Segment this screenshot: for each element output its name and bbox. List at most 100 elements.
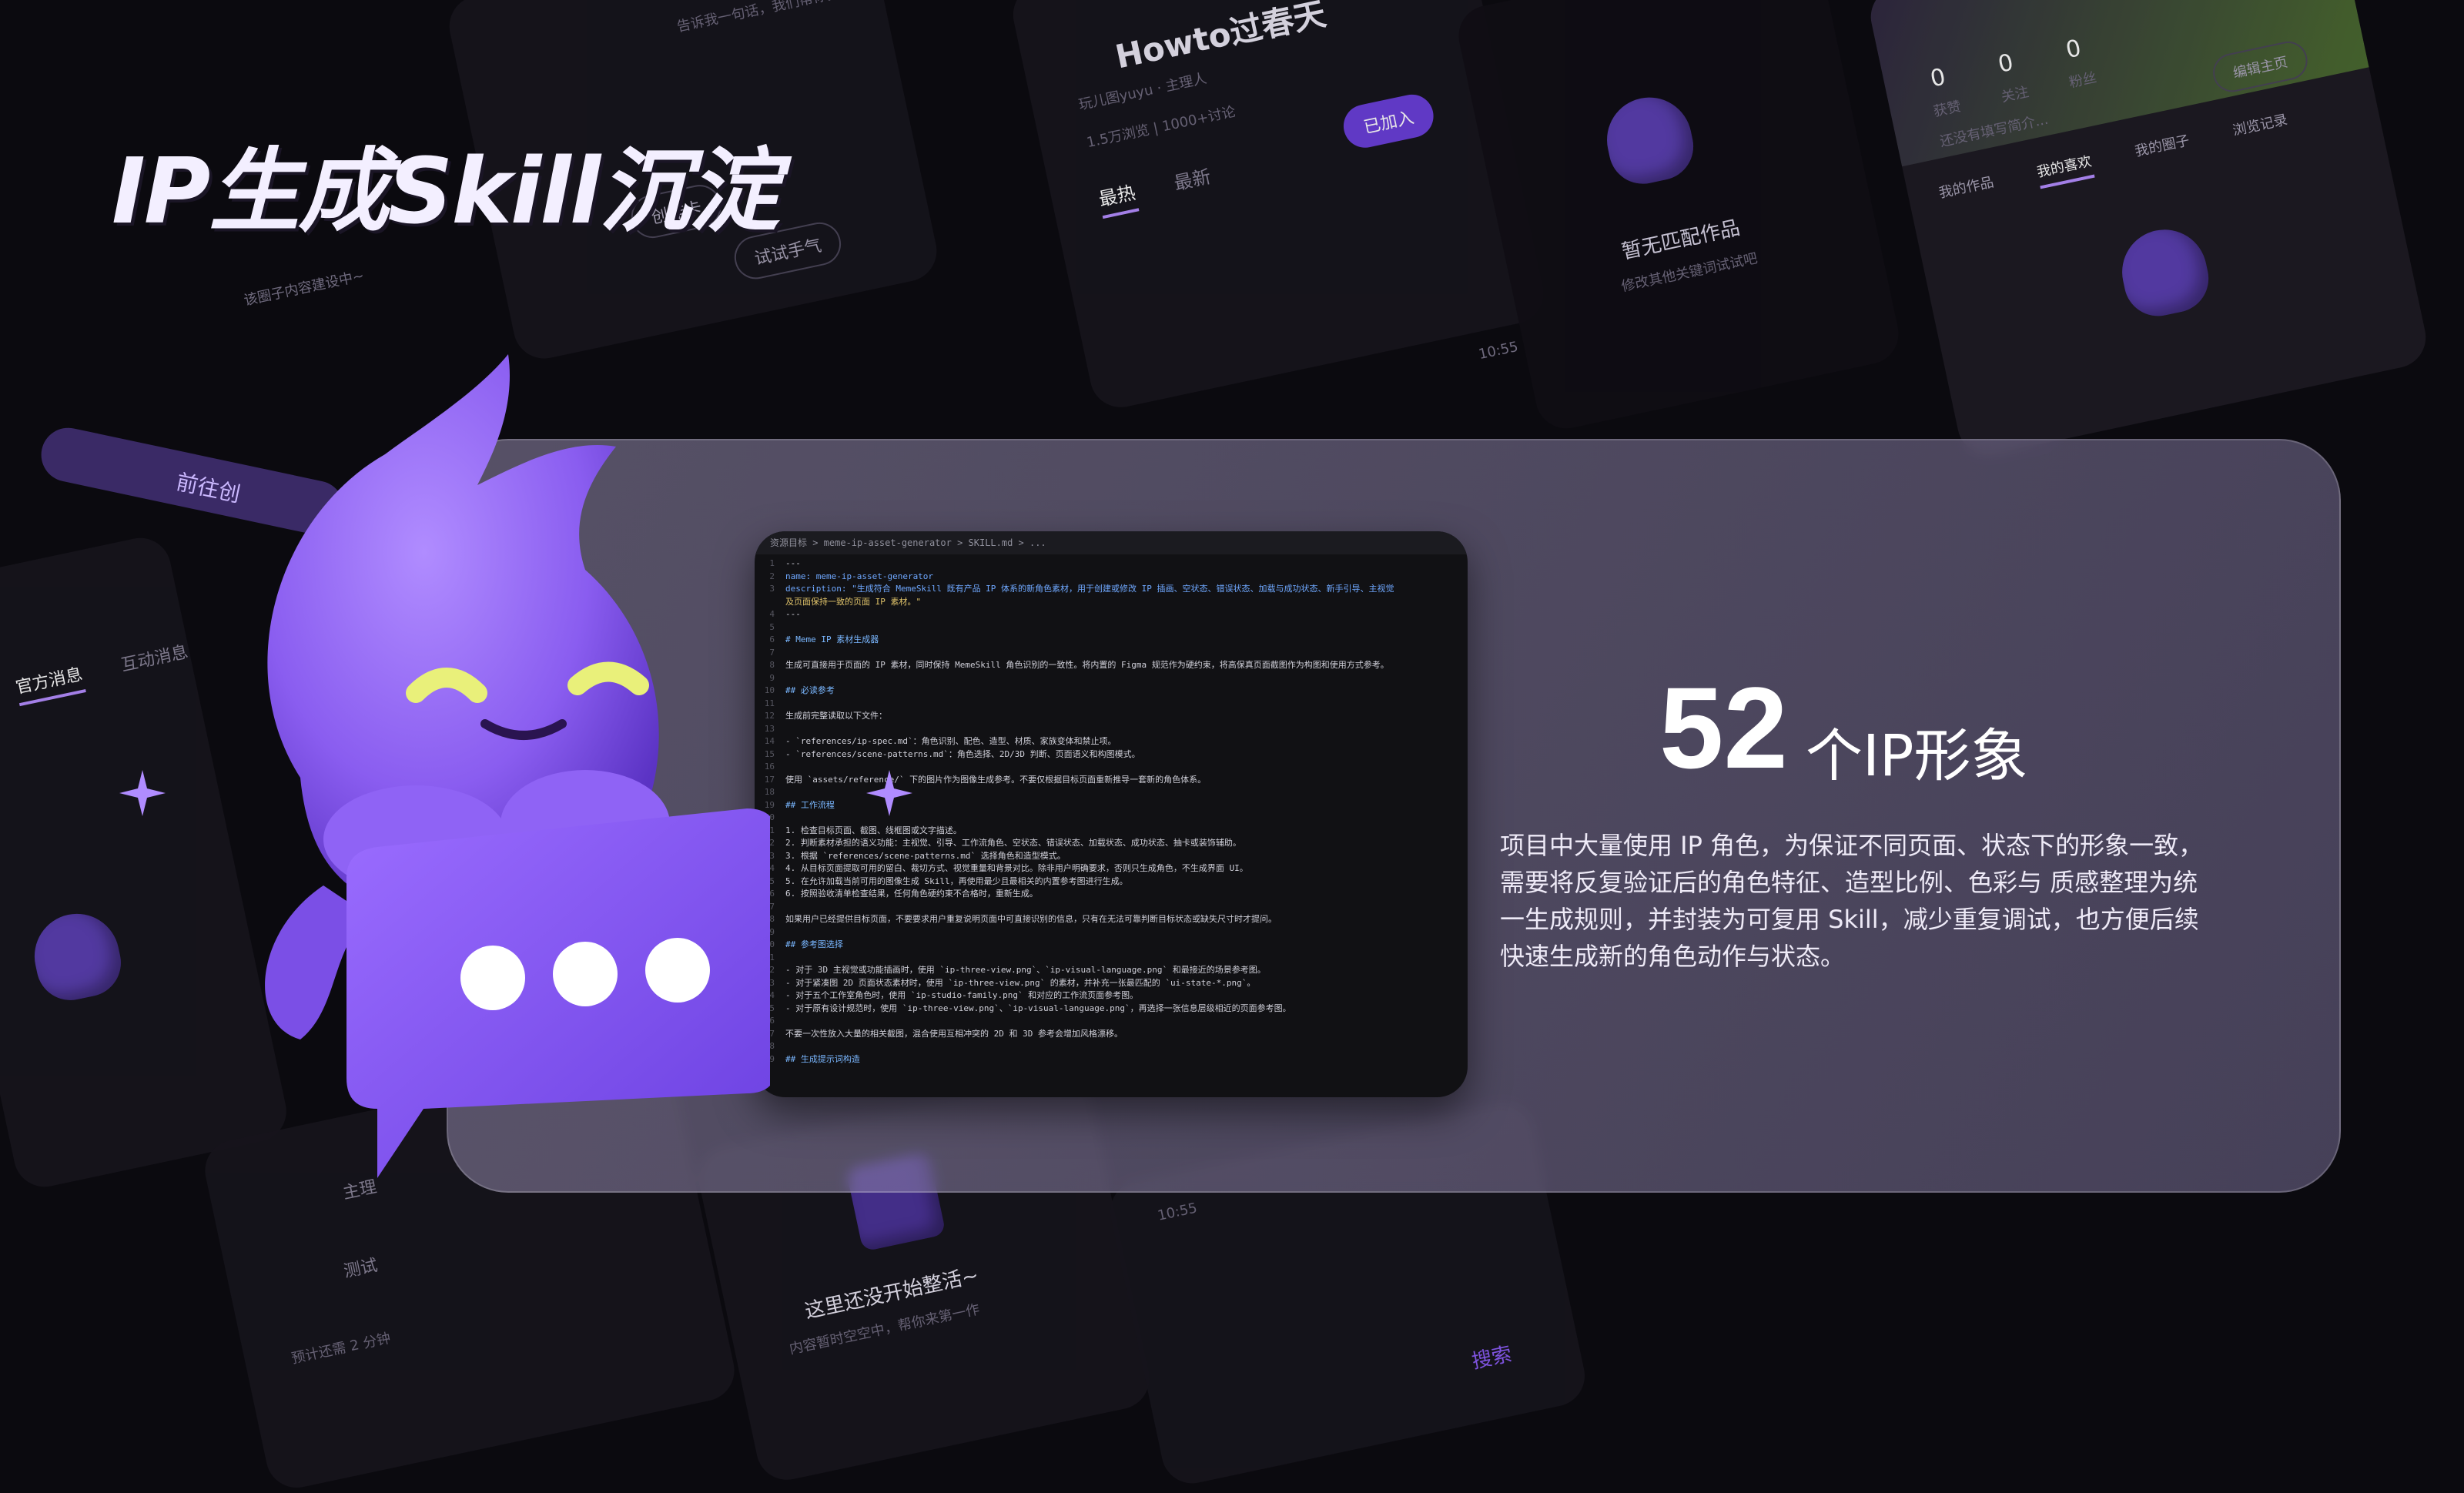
code-line: 及页面保持一致的页面 IP 素材。" bbox=[755, 596, 1468, 609]
code-line: 20 bbox=[755, 812, 1468, 825]
code-line: 27 bbox=[755, 901, 1468, 914]
bg-time-mid: 10:55 bbox=[1477, 338, 1520, 363]
code-text: --- bbox=[785, 558, 801, 568]
tab-new[interactable]: 最新 bbox=[1171, 161, 1213, 195]
editor-breadcrumb: 资源目标 > meme-ip-asset-generator > SKILL.m… bbox=[755, 531, 1468, 554]
code-line: 39## 生成提示词构造 bbox=[755, 1053, 1468, 1066]
code-line: 29 bbox=[755, 926, 1468, 939]
tab-hot[interactable]: 最热 bbox=[1096, 177, 1140, 219]
profile-tab-history[interactable]: 浏览记录 bbox=[2231, 109, 2289, 139]
sparkle-icon bbox=[866, 770, 912, 816]
code-text: name: meme-ip-asset-generator bbox=[785, 571, 934, 581]
bg-wait-time: 预计还需 2 分钟 bbox=[290, 1330, 393, 1367]
code-text: --- bbox=[785, 609, 801, 619]
code-text: - 对于原有设计规范时，使用 `ip-three-view.png`、`ip-v… bbox=[785, 1003, 1291, 1013]
code-text: 3. 根据 `references/scene-patterns.md` 选择角… bbox=[785, 850, 1066, 861]
code-line: 2 name: meme-ip-asset-generator bbox=[755, 571, 1468, 584]
ip-count-number: 52 bbox=[1659, 663, 1788, 792]
tab-official-messages[interactable]: 官方消息 bbox=[13, 660, 86, 707]
code-text: ## 工作流程 bbox=[785, 799, 835, 810]
code-line: 30## 参考图选择 bbox=[755, 939, 1468, 952]
code-text: ## 生成提示词构造 bbox=[785, 1053, 860, 1064]
code-line: 6 # Meme IP 素材生成器 bbox=[755, 634, 1468, 647]
code-line: 28如果用户已经提供目标页面，不要要求用户重复说明页面中可直接识别的信息，只有在… bbox=[755, 913, 1468, 926]
bg-circle-owner: 玩儿图yuyu · 主理人 bbox=[1077, 70, 1209, 114]
profile-tab-works[interactable]: 我的作品 bbox=[1937, 171, 1996, 202]
bg-time-left: 10:55 bbox=[0, 598, 2, 624]
speech-bubble-icon bbox=[346, 808, 770, 1178]
code-line: 34- 对于五个工作室角色时，使用 `ip-studio-family.png`… bbox=[755, 989, 1468, 1003]
joined-button[interactable]: 已加入 bbox=[1339, 90, 1438, 152]
code-line: 244. 从目标页面提取可用的留白、裁切方式、视觉重量和背景对比。除非用户明确要… bbox=[755, 862, 1468, 875]
code-text: 6. 按照验收清单检查结果，任何角色硬约束不合格时，重新生成。 bbox=[785, 889, 1038, 899]
profile-tab-circles[interactable]: 我的圈子 bbox=[2133, 129, 2191, 160]
code-line: 13 bbox=[755, 723, 1468, 736]
code-line: 10 ## 必读参考 bbox=[755, 685, 1468, 698]
code-line: 7 bbox=[755, 647, 1468, 660]
code-text: 使用 `assets/reference/` 下的图片作为图像生成参考。不要仅根… bbox=[785, 774, 1207, 785]
code-line: 19 ## 工作流程 bbox=[755, 799, 1468, 812]
code-line: 222. 判断素材承担的语义功能：主视觉、引导、工作流角色、空状态、错误状态、加… bbox=[755, 837, 1468, 850]
tab-interaction-messages[interactable]: 互动消息 bbox=[119, 638, 190, 677]
code-line: 5 bbox=[755, 621, 1468, 634]
code-line: 4 --- bbox=[755, 608, 1468, 621]
joined-label: 已加入 bbox=[1361, 108, 1416, 138]
code-text: 生成前完整读取以下文件： bbox=[785, 711, 887, 721]
ip-count-unit: 个IP形象 bbox=[1806, 723, 2028, 789]
code-text: - `references/ip-spec.md`：角色识别、配色、造型、材质、… bbox=[785, 736, 1116, 746]
code-line: 17 使用 `assets/reference/` 下的图片作为图像生成参考。不要… bbox=[755, 774, 1468, 787]
code-text: - 对于 3D 主视觉或功能插画时，使用 `ip-three-view.png`… bbox=[785, 965, 1266, 975]
code-text: 生成可直接用于页面的 IP 素材，同时保持 MemeSkill 角色识别的一致性… bbox=[785, 660, 1389, 670]
code-line: 11 bbox=[755, 698, 1468, 711]
code-line: 266. 按照验收清单检查结果，任何角色硬约束不合格时，重新生成。 bbox=[755, 888, 1468, 901]
code-line: 35- 对于原有设计规范时，使用 `ip-three-view.png`、`ip… bbox=[755, 1003, 1468, 1016]
code-line: 31 bbox=[755, 952, 1468, 965]
bg-circle-title: Howto过春天 bbox=[1112, 0, 1330, 76]
sparkle-icon bbox=[119, 770, 166, 816]
bg-content-building: 该圈子内容建设中~ bbox=[242, 267, 366, 310]
code-line: 14- `references/ip-spec.md`：角色识别、配色、造型、材… bbox=[755, 735, 1468, 748]
skill-code-editor[interactable]: 资源目标 > meme-ip-asset-generator > SKILL.m… bbox=[755, 531, 1468, 1097]
search-link[interactable]: 搜索 bbox=[1469, 1338, 1515, 1374]
code-line: 16 bbox=[755, 761, 1468, 774]
code-line: 12 生成前完整读取以下文件： bbox=[755, 710, 1468, 723]
editor-content: 1 --- 2 name: meme-ip-asset-generator 3 descr… bbox=[755, 557, 1468, 1097]
code-text: 不要一次性放入大量的相关截图，混合使用互相冲突的 2D 和 3D 参考会增加风格… bbox=[785, 1028, 1123, 1039]
code-line: 211. 检查目标页面、截图、线框图或文字描述。 bbox=[755, 825, 1468, 838]
code-line: 36 bbox=[755, 1015, 1468, 1028]
code-line: 15- `references/scene-patterns.md`：角色选择、… bbox=[755, 748, 1468, 762]
code-line: 9 bbox=[755, 672, 1468, 685]
code-text: 及页面保持一致的页面 IP 素材。" bbox=[785, 596, 922, 607]
page-title: IP生成Skill沉淀 bbox=[112, 138, 779, 244]
profile-ip-illustration bbox=[2114, 222, 2215, 323]
bubble-dot-1 bbox=[460, 946, 525, 1010]
code-text: 5. 在允许加载当前可用的图像生成 Skill，再使用最少且最相关的内置参考图进… bbox=[785, 875, 1128, 886]
code-line: 8 生成可直接用于页面的 IP 素材，同时保持 MemeSkill 角色识别的一致… bbox=[755, 659, 1468, 672]
code-text: ## 必读参考 bbox=[785, 685, 835, 695]
code-text: 如果用户已经提供目标页面，不要要求用户重复说明页面中可直接识别的信息，只有在无法… bbox=[785, 914, 1277, 924]
code-text: - 对于紧凑图 2D 页面状态素材时，使用 `ip-three-view.png… bbox=[785, 977, 1256, 988]
profile-tab-likes[interactable]: 我的喜欢 bbox=[2034, 150, 2095, 189]
bubble-dot-3 bbox=[645, 938, 710, 1003]
code-line: 18 bbox=[755, 786, 1468, 799]
code-line: 32- 对于 3D 主视觉或功能插画时，使用 `ip-three-view.pn… bbox=[755, 964, 1468, 977]
ip-mascot-illustration bbox=[265, 354, 770, 1178]
code-line: 233. 根据 `references/scene-patterns.md` 选… bbox=[755, 850, 1468, 863]
code-line: 38 bbox=[755, 1040, 1468, 1053]
messages-ip-illustration bbox=[26, 906, 128, 1007]
edit-profile-label: 编辑主页 bbox=[2231, 54, 2290, 82]
code-line: 33- 对于紧凑图 2D 页面状态素材时，使用 `ip-three-view.p… bbox=[755, 977, 1468, 990]
bubble-dot-2 bbox=[553, 942, 618, 1006]
code-line: 255. 在允许加载当前可用的图像生成 Skill，再使用最少且最相关的内置参考… bbox=[755, 875, 1468, 889]
code-line: 37不要一次性放入大量的相关截图，混合使用互相冲突的 2D 和 3D 参考会增加… bbox=[755, 1028, 1468, 1041]
code-text: description: "生成符合 MemeSkill 既有产品 IP 体系的… bbox=[785, 584, 1394, 594]
code-text: ## 参考图选择 bbox=[785, 939, 843, 949]
bg-test-label: 测试 bbox=[342, 1256, 380, 1282]
code-text: - 对于五个工作室角色时，使用 `ip-studio-family.png` 和… bbox=[785, 990, 1139, 1000]
bg-hint-text: 告诉我一句话，我们帮你把它变成可玩的小游戏 bbox=[675, 0, 942, 36]
code-text: 1. 检查目标页面、截图、线框图或文字描述。 bbox=[785, 825, 962, 835]
code-text: - `references/scene-patterns.md`：角色选择、2D… bbox=[785, 748, 1140, 759]
code-text: 2. 判断素材承担的语义功能：主视觉、引导、工作流角色、空状态、错误状态、加载状… bbox=[785, 838, 1241, 848]
code-text: # Meme IP 素材生成器 bbox=[785, 634, 879, 644]
empty-ip-illustration bbox=[1599, 89, 1700, 190]
